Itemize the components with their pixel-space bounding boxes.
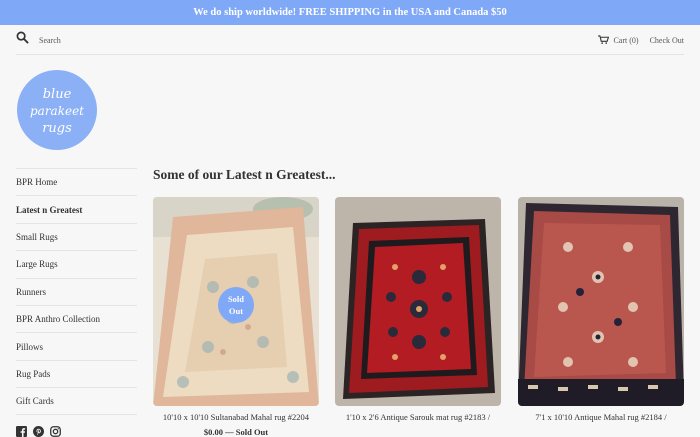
product-image[interactable]: Sold Out [153, 197, 319, 406]
cart-icon[interactable] [598, 34, 613, 46]
cart-link[interactable]: Cart (0) [613, 36, 638, 45]
sidebar-item-small-rugs[interactable]: Small Rugs [16, 222, 137, 250]
announcement-bar: We do ship worldwide! FREE SHIPPING in t… [0, 0, 700, 25]
sidebar-nav: BPR Home Latest n Greatest Small Rugs La… [16, 168, 137, 415]
sidebar-item-bpr-home[interactable]: BPR Home [16, 168, 137, 195]
instagram-icon[interactable] [50, 424, 61, 437]
product-card[interactable]: 7'1 x 10'10 Antique Mahal rug #2184 / [518, 197, 684, 422]
sidebar-item-anthro[interactable]: BPR Anthro Collection [16, 304, 137, 332]
search-input[interactable] [39, 35, 189, 45]
svg-text:rugs: rugs [42, 121, 72, 136]
header-bar: Cart (0) Check Out [16, 25, 684, 55]
product-price: $0.00 — Sold Out [203, 427, 269, 437]
facebook-icon[interactable] [16, 424, 27, 437]
sidebar-item-rug-pads[interactable]: Rug Pads [16, 359, 137, 387]
pinterest-icon[interactable] [33, 424, 44, 437]
search-form[interactable] [16, 25, 189, 55]
checkout-link[interactable]: Check Out [650, 36, 684, 45]
sold-out-badge: Sold Out [218, 287, 254, 323]
sidebar-item-gift-cards[interactable]: Gift Cards [16, 387, 137, 415]
sidebar-item-large-rugs[interactable]: Large Rugs [16, 250, 137, 277]
product-card[interactable]: 1'10 x 2'6 Antique Sarouk mat rug #2183 … [335, 197, 501, 422]
product-title[interactable]: 7'1 x 10'10 Antique Mahal rug #2184 / [518, 412, 684, 422]
social-links [16, 424, 61, 437]
search-icon[interactable] [16, 31, 29, 49]
product-title[interactable]: 1'10 x 2'6 Antique Sarouk mat rug #2183 … [335, 412, 501, 422]
product-title[interactable]: 10'10 x 10'10 Sultanabad Mahal rug #2204 [153, 412, 319, 422]
sidebar-item-pillows[interactable]: Pillows [16, 332, 137, 359]
store-logo[interactable]: blue parakeet rugs [17, 70, 97, 150]
sidebar-item-latest[interactable]: Latest n Greatest [16, 195, 137, 222]
svg-text:blue: blue [43, 87, 72, 102]
svg-text:parakeet: parakeet [30, 104, 84, 118]
sidebar-item-runners[interactable]: Runners [16, 277, 137, 305]
product-image[interactable] [518, 197, 684, 406]
product-card[interactable]: Sold Out 10'10 x 10'10 Sultanabad Mahal … [153, 197, 319, 437]
section-heading: Some of our Latest n Greatest... [153, 167, 336, 182]
product-image[interactable] [335, 197, 501, 406]
